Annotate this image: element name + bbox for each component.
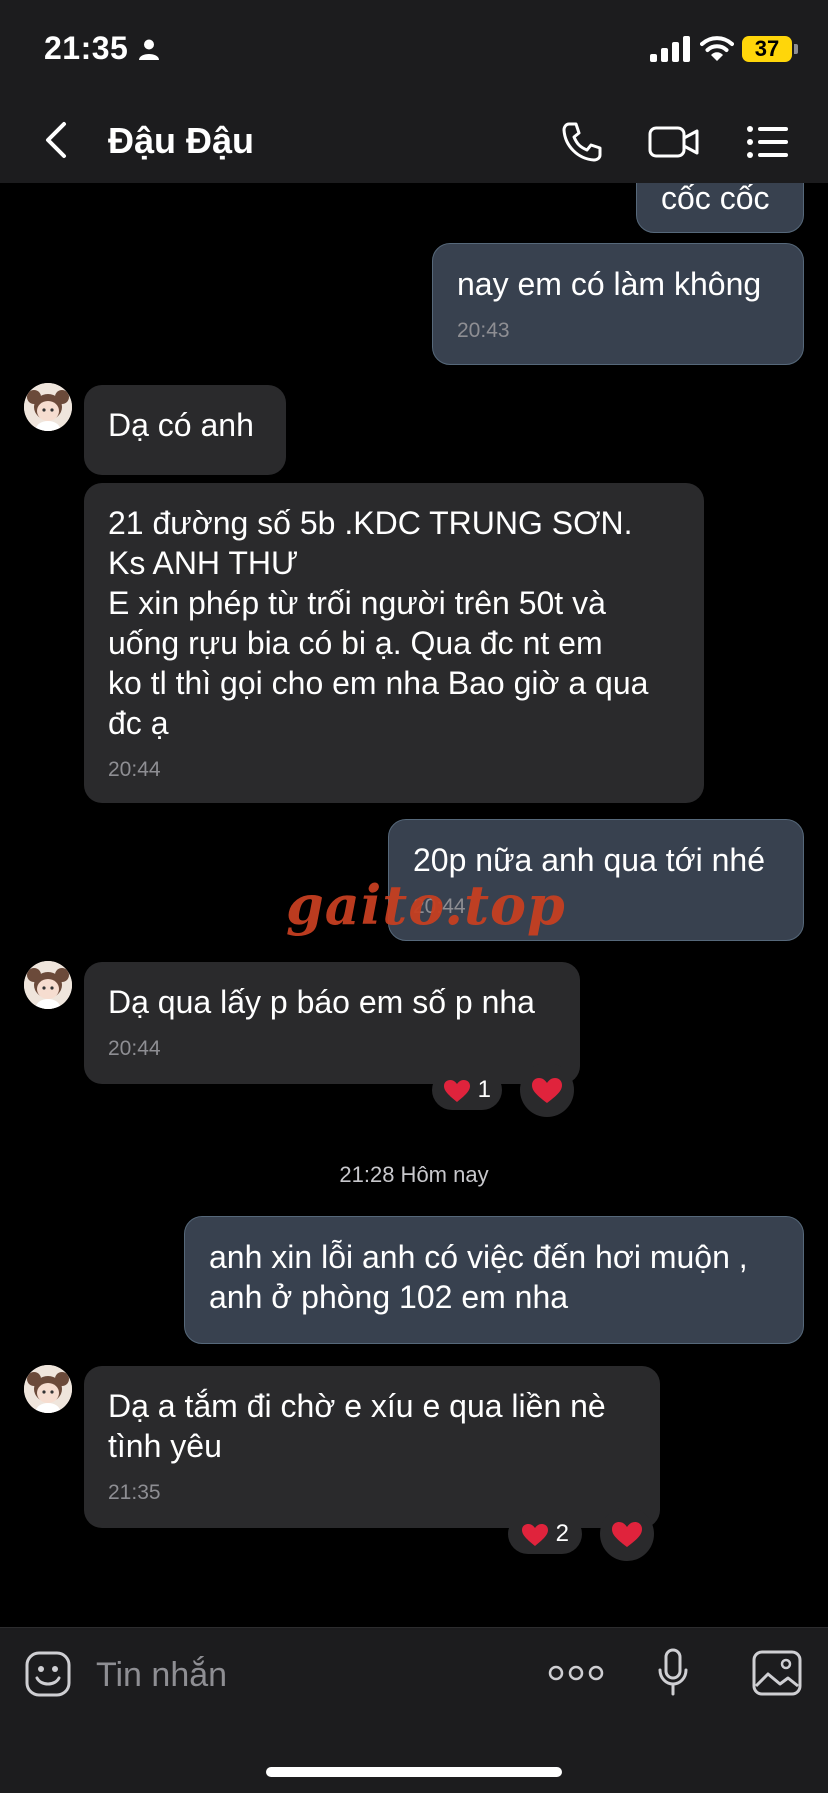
heart-icon: [521, 1523, 548, 1546]
message-text: anh xin lỗi anh có việc đến hơi muộn , a…: [209, 1239, 748, 1315]
watermark-text: gaito.top: [286, 873, 566, 937]
reaction-count: 2: [555, 1520, 570, 1547]
message-outgoing[interactable]: anh xin lỗi anh có việc đến hơi muộn , a…: [184, 1216, 804, 1344]
message-incoming[interactable]: 21 đường số 5b .KDC TRUNG SƠN. Ks ANH TH…: [84, 483, 704, 803]
heart-icon: [443, 1079, 470, 1102]
message-text: Dạ a tắm đi chờ e xíu e qua liền nè tình…: [108, 1388, 606, 1464]
home-indicator: [266, 1767, 562, 1777]
reaction-count: 1: [477, 1076, 492, 1103]
message-text: Dạ qua lấy p báo em số p nha: [108, 984, 535, 1020]
contact-avatar[interactable]: [24, 961, 72, 1009]
reaction-summary[interactable]: 2: [508, 1514, 582, 1554]
message-text: 21 đường số 5b .KDC TRUNG SƠN. Ks ANH TH…: [108, 505, 649, 741]
video-call-icon[interactable]: [648, 122, 700, 162]
react-button[interactable]: [600, 1507, 654, 1561]
phone-call-icon[interactable]: [560, 120, 604, 164]
heart-icon: [612, 1522, 642, 1547]
message-incoming[interactable]: Dạ có anh: [84, 385, 286, 475]
battery-tip: [794, 44, 798, 54]
contact-avatar[interactable]: [24, 1365, 72, 1413]
message-outgoing[interactable]: nay em có làm không 20:43: [432, 243, 804, 365]
status-time: 21:35: [44, 30, 129, 66]
reaction-summary[interactable]: 1: [432, 1070, 502, 1110]
list-menu-icon[interactable]: [746, 124, 790, 160]
avatar-image: [24, 383, 72, 431]
contact-avatar[interactable]: [24, 383, 72, 431]
message-text: Dạ có anh: [108, 407, 254, 443]
message-input[interactable]: Tin nhắn: [96, 1654, 227, 1696]
message-time: 20:44: [108, 1037, 161, 1060]
message-time: 20:43: [457, 319, 510, 342]
signal-icon: [650, 36, 690, 62]
image-picker-icon[interactable]: [752, 1650, 802, 1696]
chat-area[interactable]: cốc cốc nay em có làm không 20:43 Dạ có …: [0, 183, 828, 1627]
date-divider: 21:28 Hôm nay: [339, 1162, 489, 1187]
message-incoming[interactable]: Dạ a tắm đi chờ e xíu e qua liền nè tình…: [84, 1366, 660, 1528]
sticker-emoji-icon[interactable]: [24, 1650, 72, 1698]
avatar-image: [24, 961, 72, 1009]
react-button[interactable]: [520, 1063, 574, 1117]
message-outgoing[interactable]: cốc cốc: [636, 183, 804, 233]
message-time: 20:44: [108, 758, 161, 781]
wifi-icon: [700, 36, 734, 61]
battery-level: 37: [742, 36, 792, 62]
more-options-icon[interactable]: [548, 1664, 604, 1682]
back-arrow-icon[interactable]: [40, 118, 74, 162]
message-input-bar: Tin nhắn: [0, 1627, 828, 1793]
contact-name[interactable]: Đậu Đậu: [108, 118, 254, 164]
microphone-icon[interactable]: [658, 1648, 688, 1696]
avatar-image: [24, 1365, 72, 1413]
person-icon: [139, 39, 159, 60]
heart-icon: [532, 1078, 562, 1103]
message-text: nay em có làm không: [457, 266, 762, 302]
top-bar: 21:35 37 Đậu Đậu: [0, 0, 828, 183]
message-text: cốc cốc: [661, 183, 770, 216]
message-incoming[interactable]: Dạ qua lấy p báo em số p nha 20:44: [84, 962, 580, 1084]
message-time: 21:35: [108, 1481, 161, 1504]
